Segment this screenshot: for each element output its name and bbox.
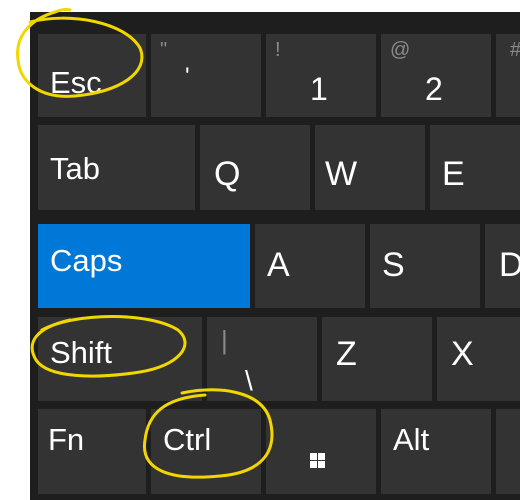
key-shift-label: Shift bbox=[50, 335, 113, 370]
key-d-label: D bbox=[499, 246, 520, 284]
key-1-secondary: ! bbox=[275, 39, 281, 61]
key-quote-secondary: " bbox=[160, 39, 168, 61]
key-x[interactable]: X bbox=[437, 317, 520, 401]
key-fn[interactable]: Fn bbox=[38, 409, 146, 494]
key-2-primary: 2 bbox=[425, 71, 443, 107]
key-alt-label: Alt bbox=[393, 422, 430, 457]
key-1[interactable]: ! 1 bbox=[266, 34, 376, 117]
key-1-primary: 1 bbox=[310, 71, 328, 107]
key-2-secondary: @ bbox=[390, 39, 411, 61]
key-tab[interactable]: Tab bbox=[38, 125, 195, 210]
key-d[interactable]: D bbox=[485, 224, 520, 308]
key-w-label: W bbox=[325, 155, 358, 193]
key-backslash-primary: \ bbox=[245, 365, 253, 396]
key-alt[interactable]: Alt bbox=[381, 409, 491, 494]
key-s[interactable]: S bbox=[370, 224, 480, 308]
key-row5-partial[interactable] bbox=[496, 409, 520, 494]
key-backslash-secondary: | bbox=[221, 325, 228, 355]
key-caps[interactable]: Caps bbox=[38, 224, 250, 308]
key-q[interactable]: Q bbox=[200, 125, 310, 210]
key-caps-label: Caps bbox=[50, 243, 123, 278]
key-e[interactable]: E bbox=[430, 125, 520, 210]
key-e-label: E bbox=[442, 155, 465, 193]
key-ctrl[interactable]: Ctrl bbox=[151, 409, 261, 494]
key-a-label: A bbox=[267, 246, 290, 284]
key-2[interactable]: @ 2 bbox=[381, 34, 491, 117]
key-q-label: Q bbox=[214, 155, 241, 193]
key-tab-label: Tab bbox=[50, 151, 100, 186]
key-windows[interactable] bbox=[266, 409, 376, 494]
key-quote-primary: ' bbox=[185, 63, 190, 90]
key-fn-label: Fn bbox=[48, 422, 85, 457]
key-backslash[interactable]: | \ bbox=[207, 317, 317, 401]
key-s-label: S bbox=[382, 246, 405, 284]
windows-logo-icon bbox=[310, 453, 325, 468]
on-screen-keyboard: Esc " ' ! 1 @ 2 # Tab Q W E Caps A S D S… bbox=[30, 12, 520, 500]
key-quote[interactable]: " ' bbox=[151, 34, 261, 117]
key-esc-label: Esc bbox=[50, 65, 102, 100]
key-3[interactable]: # bbox=[496, 34, 520, 117]
key-ctrl-label: Ctrl bbox=[163, 422, 212, 457]
key-3-secondary: # bbox=[510, 40, 520, 60]
key-esc[interactable]: Esc bbox=[38, 34, 146, 117]
key-w[interactable]: W bbox=[315, 125, 425, 210]
key-z[interactable]: Z bbox=[322, 317, 432, 401]
key-shift[interactable]: Shift bbox=[38, 317, 202, 401]
key-a[interactable]: A bbox=[255, 224, 365, 308]
key-z-label: Z bbox=[336, 335, 357, 373]
key-x-label: X bbox=[451, 335, 474, 373]
